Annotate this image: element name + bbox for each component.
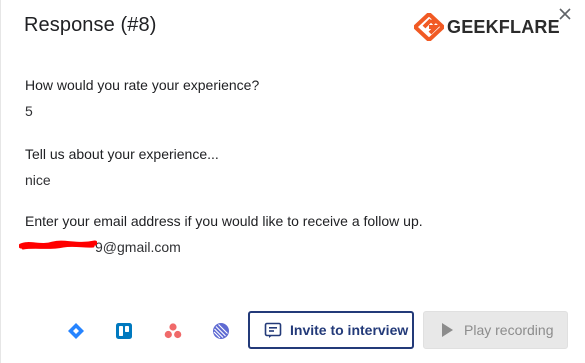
brand-name: GEEKFLARE <box>447 16 560 37</box>
brand-logo: GEEKFLARE <box>414 13 560 41</box>
dialog-footer: Invite to interview Play recording <box>0 311 585 351</box>
response-dialog: Response (#8) GEEKFLARE How would you ra… <box>0 0 585 363</box>
question-text: Enter your email address if you would li… <box>25 213 423 229</box>
linear-icon[interactable] <box>212 322 230 340</box>
asana-icon[interactable] <box>164 322 182 340</box>
question-text: Tell us about your experience... <box>25 146 219 162</box>
answer-text: 5 <box>25 103 33 119</box>
answer-text: nice <box>25 172 51 188</box>
question-text: How would you rate your experience? <box>25 77 260 93</box>
trello-icon[interactable] <box>115 322 133 340</box>
play-icon <box>442 323 453 337</box>
response-item: Enter your email address if you would li… <box>19 212 423 256</box>
jira-icon[interactable] <box>67 322 85 340</box>
play-recording-button[interactable]: Play recording <box>423 311 568 349</box>
invite-button-label: Invite to interview <box>290 322 409 338</box>
response-item: Tell us about your experience... nice <box>25 145 219 189</box>
close-icon[interactable] <box>557 6 573 22</box>
response-item: How would you rate your experience? 5 <box>25 76 259 120</box>
calendar-chat-icon <box>264 322 282 338</box>
play-button-label: Play recording <box>464 322 554 338</box>
dialog-header: Response (#8) GEEKFLARE <box>24 8 575 44</box>
dialog-title: Response (#8) <box>24 14 157 36</box>
geekflare-logo-icon <box>414 13 444 41</box>
invite-to-interview-button[interactable]: Invite to interview <box>248 311 414 349</box>
redaction-mark <box>19 238 97 256</box>
dialog-edge <box>0 0 1 363</box>
answer-email: 9@gmail.com <box>19 238 423 256</box>
email-visible-part: 9@gmail.com <box>95 239 181 255</box>
